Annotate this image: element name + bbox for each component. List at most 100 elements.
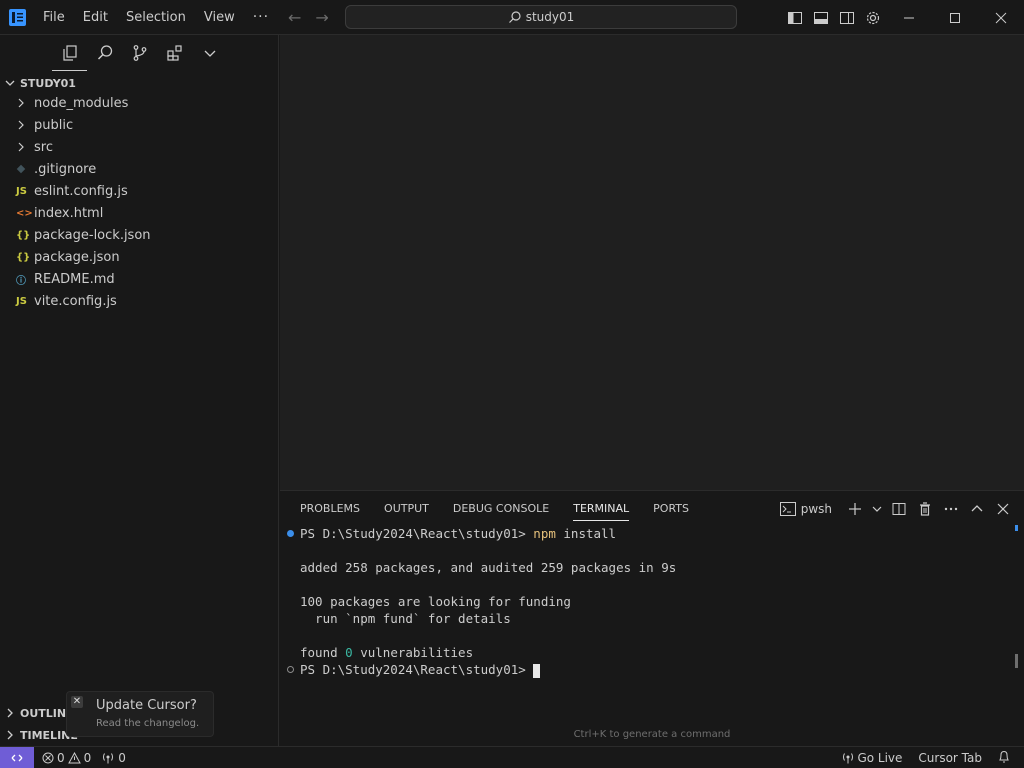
git-file-icon (16, 164, 34, 174)
update-notification[interactable]: ✕ Update Cursor? Read the changelog. (66, 691, 214, 737)
terminal-command-args: install (555, 526, 617, 541)
tab-terminal[interactable]: TERMINAL (573, 499, 630, 521)
chevron-right-icon (16, 98, 34, 108)
search-icon[interactable] (87, 35, 122, 71)
tree-folder-src[interactable]: src (0, 136, 279, 158)
ports-count: 0 (118, 751, 126, 765)
html-file-icon: <> (16, 207, 33, 219)
split-terminal-icon[interactable] (890, 500, 908, 518)
forward-arrow-icon[interactable]: → (315, 8, 328, 27)
trash-icon[interactable] (916, 500, 934, 518)
more-actions-icon[interactable] (942, 500, 960, 518)
go-live-button[interactable]: Go Live (842, 751, 902, 765)
close-panel-icon[interactable] (994, 500, 1012, 518)
terminal-prompt: PS D:\Study2024\React\study01> (300, 662, 534, 677)
terminal-shell-selector[interactable]: pwsh (779, 502, 832, 516)
menu-bar: File Edit Selection View ··· (34, 0, 278, 35)
tab-output[interactable]: OUTPUT (384, 499, 429, 521)
terminal-prompt: PS D:\Study2024\React\study01> (300, 526, 534, 541)
vulnerability-count: 0 (345, 645, 353, 660)
chevron-right-icon (0, 708, 20, 718)
tree-file-eslint-config[interactable]: JS eslint.config.js (0, 180, 279, 202)
maximize-icon[interactable] (932, 0, 978, 35)
remote-indicator[interactable] (0, 747, 34, 768)
tab-ports[interactable]: PORTS (653, 499, 689, 521)
window-controls (886, 0, 1024, 35)
remote-connection-icon (11, 754, 23, 762)
source-control-icon[interactable] (122, 35, 157, 71)
chevron-right-icon (16, 142, 34, 152)
layout-controls (786, 0, 882, 35)
tree-item-label: package.json (34, 249, 120, 265)
new-terminal-plus-icon[interactable] (846, 500, 864, 518)
tree-file-package-lock[interactable]: {} package-lock.json (0, 224, 279, 246)
tree-item-label: src (34, 139, 53, 155)
menu-more-button[interactable]: ··· (244, 0, 278, 35)
update-title[interactable]: Update Cursor? (96, 698, 197, 713)
info-file-icon: ⓘ (16, 275, 26, 287)
error-icon (42, 752, 54, 764)
tab-debug-console[interactable]: DEBUG CONSOLE (453, 499, 549, 521)
bottom-panel: PROBLEMS OUTPUT DEBUG CONSOLE TERMINAL P… (280, 490, 1024, 746)
panel-tabs: PROBLEMS OUTPUT DEBUG CONSOLE TERMINAL P… (300, 499, 689, 521)
tree-file-package-json[interactable]: {} package.json (0, 246, 279, 268)
ports-status[interactable]: 0 (101, 751, 126, 765)
tree-item-label: .gitignore (34, 161, 97, 177)
command-pending-dot-icon (287, 666, 294, 673)
terminal-cursor (533, 663, 541, 678)
toggle-panel-icon[interactable] (812, 9, 830, 27)
shell-name: pwsh (800, 502, 832, 516)
terminal-output[interactable]: PS D:\Study2024\React\study01> npm insta… (286, 525, 1016, 678)
scrollbar-marker (1015, 525, 1018, 531)
notifications-bell-icon[interactable] (998, 750, 1010, 766)
tree-file-readme[interactable]: ⓘ README.md (0, 268, 279, 290)
terminal-line: run `npm fund` for details (300, 611, 511, 626)
chevron-down-icon[interactable] (872, 500, 882, 518)
json-file-icon: {} (16, 251, 31, 263)
extensions-icon[interactable] (157, 35, 192, 71)
toggle-primary-sidebar-icon[interactable] (786, 9, 804, 27)
terminal-line: added 258 packages, and audited 259 pack… (300, 560, 677, 575)
menu-edit[interactable]: Edit (74, 0, 117, 35)
problems-status[interactable]: 0 0 (42, 751, 91, 765)
menu-file[interactable]: File (34, 0, 74, 35)
explorer-header[interactable]: STUDY01 (0, 72, 279, 94)
toggle-secondary-sidebar-icon[interactable] (838, 9, 856, 27)
found-prefix: found (300, 645, 346, 660)
tab-problems[interactable]: PROBLEMS (300, 499, 360, 521)
tree-folder-public[interactable]: public (0, 114, 279, 136)
tree-folder-node-modules[interactable]: node_modules (0, 92, 279, 114)
generate-command-hint: Ctrl+K to generate a command (573, 729, 731, 740)
cursor-tab-status[interactable]: Cursor Tab (918, 751, 982, 765)
settings-gear-icon[interactable] (864, 9, 882, 27)
command-center-search[interactable]: study01 (345, 5, 737, 29)
tree-item-label: public (34, 117, 74, 133)
chevron-down-icon[interactable] (192, 35, 227, 71)
tree-item-label: README.md (34, 271, 115, 287)
tree-file-gitignore[interactable]: .gitignore (0, 158, 279, 180)
status-bar: 0 0 0 Go Live Cursor Tab (0, 746, 1024, 768)
warning-count: 0 (83, 751, 92, 765)
explorer-icon[interactable] (52, 35, 87, 71)
chevron-down-icon (0, 78, 20, 88)
title-bar: File Edit Selection View ··· ← → study01 (0, 0, 1024, 35)
terminal-scrollbar[interactable] (1015, 654, 1018, 668)
maximize-panel-chevron-up-icon[interactable] (968, 500, 986, 518)
close-icon[interactable]: ✕ (71, 696, 83, 708)
changelog-link[interactable]: Read the changelog. (96, 718, 199, 729)
editor-area[interactable] (280, 35, 1024, 490)
go-live-broadcast-icon (843, 753, 854, 764)
menu-view[interactable]: View (195, 0, 244, 35)
javascript-file-icon: JS (16, 185, 27, 197)
minimize-icon[interactable] (886, 0, 932, 35)
tree-file-index-html[interactable]: <> index.html (0, 202, 279, 224)
menu-selection[interactable]: Selection (117, 0, 195, 35)
app-logo-icon[interactable] (9, 9, 26, 26)
close-icon[interactable] (978, 0, 1024, 35)
back-arrow-icon[interactable]: ← (288, 8, 301, 27)
tree-file-vite-config[interactable]: JS vite.config.js (0, 290, 279, 312)
terminal-line: PS D:\Study2024\React\study01> npm insta… (286, 525, 1016, 542)
